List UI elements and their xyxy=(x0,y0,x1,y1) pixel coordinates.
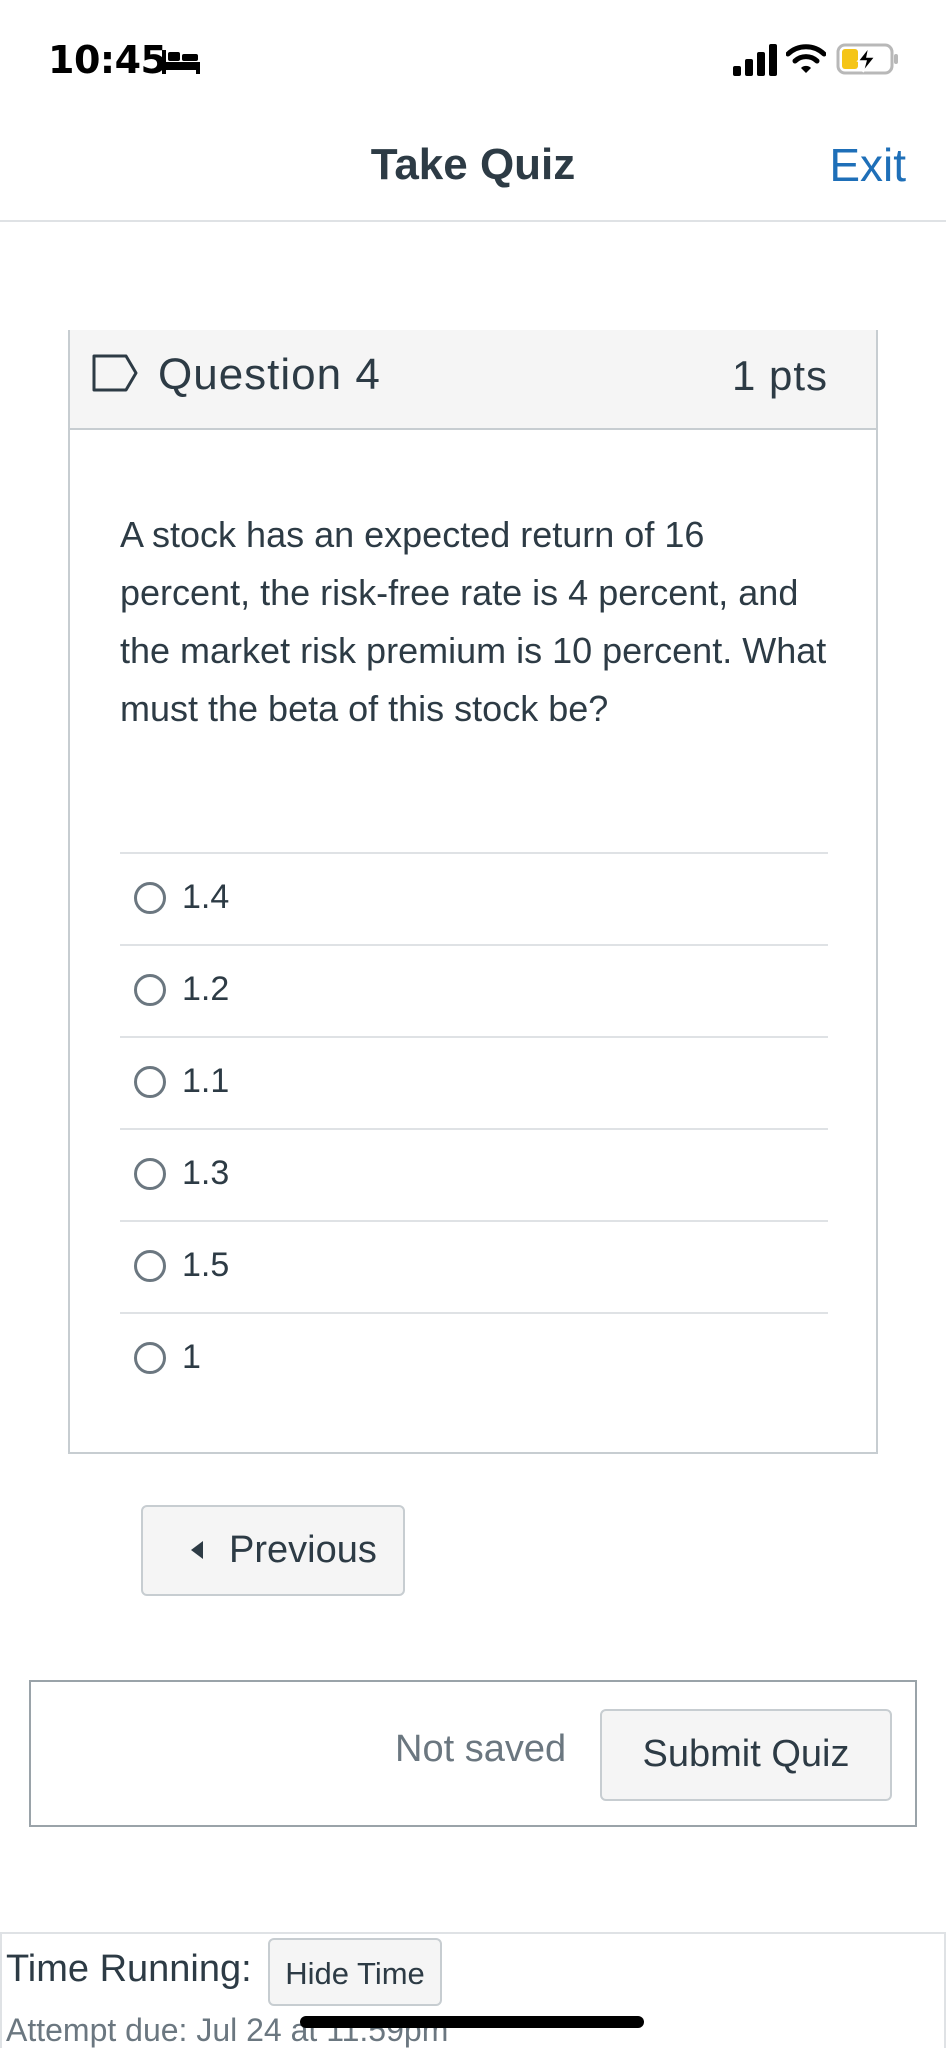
previous-label: Previous xyxy=(229,1529,377,1571)
hide-time-label: Hide Time xyxy=(285,1956,425,1991)
question-header: Question 4 1 pts xyxy=(70,330,876,430)
app-header: Take Quiz Exit xyxy=(0,110,946,222)
answer-option[interactable]: 1.4 xyxy=(120,854,828,946)
question-points: 1 pts xyxy=(731,352,828,399)
home-indicator[interactable] xyxy=(300,2016,644,2028)
answer-label: 1 xyxy=(182,1338,201,1376)
exit-button[interactable]: Exit xyxy=(829,138,906,192)
battery-charging-icon xyxy=(836,43,898,75)
question-title: Question 4 xyxy=(158,350,381,399)
question-text: A stock has an expected return of 16 per… xyxy=(120,514,827,729)
answer-option[interactable]: 1.2 xyxy=(120,946,828,1038)
submit-quiz-label: Submit Quiz xyxy=(642,1733,850,1775)
radio-button[interactable] xyxy=(134,974,166,1006)
radio-button[interactable] xyxy=(134,1066,166,1098)
status-bar: 10:45 xyxy=(0,0,946,110)
answer-label: 1.4 xyxy=(182,878,230,916)
radio-button[interactable] xyxy=(134,1250,166,1282)
radio-button[interactable] xyxy=(134,1342,166,1374)
wifi-icon xyxy=(786,44,826,73)
answer-list: 1.4 1.2 1.1 1.3 1.5 1 xyxy=(120,852,828,1406)
answer-label: 1.5 xyxy=(182,1246,230,1284)
radio-button[interactable] xyxy=(134,1158,166,1190)
status-time: 10:45 xyxy=(48,38,167,82)
previous-button[interactable]: Previous xyxy=(141,1505,405,1596)
submit-bar: Not saved Submit Quiz xyxy=(29,1680,917,1827)
page-title: Take Quiz xyxy=(370,140,576,189)
answer-option[interactable]: 1.5 xyxy=(120,1222,828,1314)
timer-label: Time Running: xyxy=(6,1948,252,1990)
answer-label: 1.1 xyxy=(182,1062,230,1100)
signal-icon xyxy=(733,44,777,76)
answer-option[interactable]: 1 xyxy=(120,1314,828,1406)
answer-label: 1.2 xyxy=(182,970,230,1008)
flag-outline-icon[interactable] xyxy=(90,350,142,396)
radio-button[interactable] xyxy=(134,882,166,914)
question-card: Question 4 1 pts A stock has an expected… xyxy=(68,330,878,1454)
hide-time-button[interactable]: Hide Time xyxy=(268,1938,442,2006)
submit-quiz-button[interactable]: Submit Quiz xyxy=(600,1709,892,1801)
answer-option[interactable]: 1.1 xyxy=(120,1038,828,1130)
bed-icon xyxy=(162,50,200,74)
caret-left-icon xyxy=(191,1541,203,1559)
save-status: Not saved xyxy=(395,1728,567,1770)
timer-bar: Time Running: Hide Time Attempt due: Jul… xyxy=(0,1932,946,2048)
answer-label: 1.3 xyxy=(182,1154,230,1192)
answer-option[interactable]: 1.3 xyxy=(120,1130,828,1222)
